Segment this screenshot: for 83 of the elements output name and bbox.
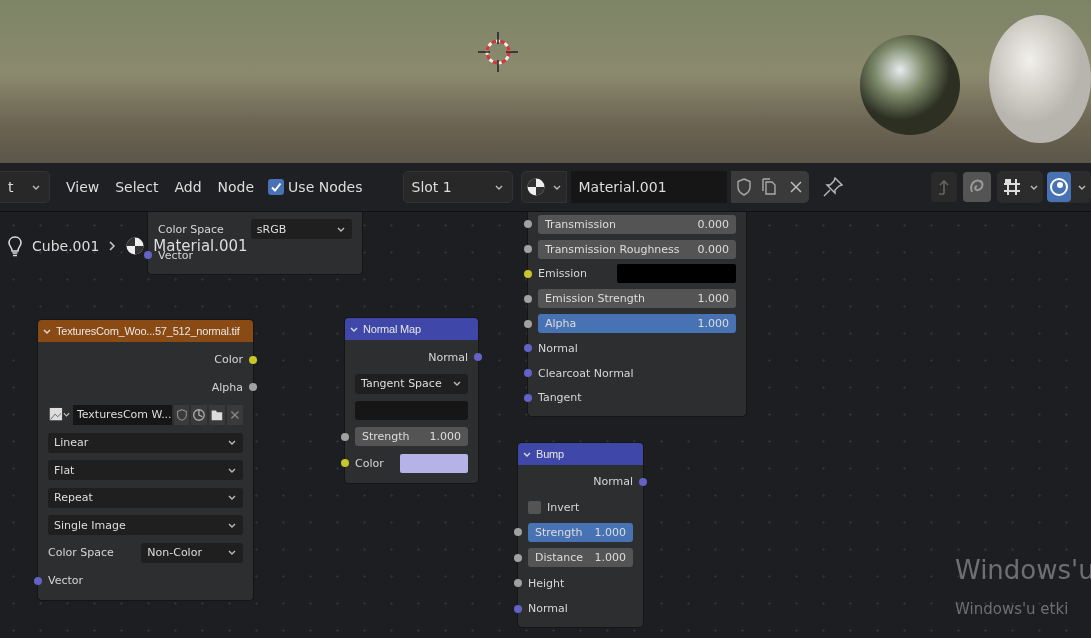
socket-dot[interactable] bbox=[514, 579, 522, 588]
menu-item[interactable]: Select bbox=[109, 172, 165, 202]
socket-label: Normal bbox=[428, 350, 468, 364]
socket-dot[interactable] bbox=[514, 604, 522, 613]
socket-label: Emission bbox=[538, 267, 588, 281]
shield-icon[interactable] bbox=[173, 405, 190, 425]
field-label: Color Space bbox=[48, 546, 115, 560]
dropdown[interactable]: Tangent Space bbox=[355, 373, 468, 394]
socket-label: Tangent bbox=[538, 391, 582, 405]
socket-dot[interactable] bbox=[639, 477, 647, 486]
socket-dot[interactable] bbox=[514, 553, 522, 562]
node-header[interactable]: TexturesCom_Woo...57_512_normal.tif bbox=[38, 320, 253, 342]
menu-item[interactable]: Add bbox=[168, 172, 208, 202]
grid-snap-icon bbox=[1001, 176, 1023, 198]
socket-dot[interactable] bbox=[524, 245, 532, 254]
menu-item[interactable]: Node bbox=[211, 172, 261, 202]
render-mode-dropdown[interactable] bbox=[1047, 171, 1091, 203]
value-slider[interactable]: Emission Strength 1.000 bbox=[538, 289, 736, 309]
render-icon bbox=[1047, 172, 1071, 202]
socket-label: Vector bbox=[48, 574, 84, 588]
socket-dot[interactable] bbox=[341, 459, 349, 468]
checkbox[interactable] bbox=[528, 500, 541, 514]
slot-dropdown[interactable]: Slot 1 bbox=[402, 171, 513, 203]
field-label: Color Space bbox=[158, 222, 225, 236]
overlay-icon[interactable] bbox=[963, 172, 991, 202]
dropdown[interactable]: Linear bbox=[48, 432, 243, 453]
socket-dot[interactable] bbox=[524, 294, 532, 303]
text-field[interactable] bbox=[355, 400, 468, 420]
dropdown[interactable]: Single Image bbox=[48, 515, 243, 536]
menu-item[interactable]: View bbox=[60, 172, 106, 202]
material-browse-button[interactable] bbox=[520, 171, 567, 203]
socket-dot[interactable] bbox=[249, 383, 257, 392]
crosshair-icon bbox=[475, 29, 521, 75]
value-slider[interactable]: Transmission Roughness 0.000 bbox=[538, 239, 736, 259]
parent-node-icon[interactable] bbox=[931, 172, 957, 202]
light-bulb-icon bbox=[6, 234, 24, 258]
editor-type-dropdown[interactable]: t bbox=[0, 171, 50, 203]
socket-label: Alpha bbox=[211, 380, 243, 394]
dropdown[interactable]: sRGB bbox=[250, 219, 352, 239]
use-nodes-checkbox[interactable]: Use Nodes bbox=[268, 179, 363, 195]
checkbox-label: Invert bbox=[547, 500, 580, 514]
folder-icon[interactable] bbox=[209, 405, 226, 425]
checkmark-icon bbox=[269, 180, 284, 194]
socket-dot[interactable] bbox=[524, 393, 532, 402]
node-header[interactable]: Normal Map bbox=[345, 318, 478, 340]
reload-icon[interactable] bbox=[191, 405, 208, 425]
node-header[interactable]: Bump bbox=[518, 443, 643, 465]
socket-label: Clearcoat Normal bbox=[538, 366, 634, 380]
socket-dot[interactable] bbox=[514, 528, 522, 537]
activation-notice-text: Windows'u etki bbox=[955, 600, 1069, 618]
color-swatch[interactable] bbox=[617, 264, 736, 284]
socket-label: Normal bbox=[593, 475, 633, 489]
snap-dropdown[interactable] bbox=[997, 171, 1043, 203]
socket-label: Height bbox=[528, 576, 565, 590]
socket-dot[interactable] bbox=[524, 319, 532, 328]
socket-dot[interactable] bbox=[524, 369, 532, 378]
value-slider[interactable]: Strength 1.000 bbox=[355, 427, 468, 447]
value-slider[interactable]: Transmission 0.000 bbox=[538, 214, 736, 234]
dropdown[interactable]: Repeat bbox=[48, 487, 243, 508]
socket-label: Color bbox=[355, 456, 385, 470]
value-slider[interactable]: Strength 1.000 bbox=[528, 522, 633, 542]
socket-dot[interactable] bbox=[34, 576, 42, 585]
dropdown[interactable]: Non-Color bbox=[141, 542, 243, 563]
color-swatch[interactable] bbox=[400, 453, 468, 473]
material-sphere-icon bbox=[525, 177, 546, 197]
material-name-field[interactable]: Material.001 bbox=[570, 171, 727, 203]
socket-dot[interactable] bbox=[249, 355, 257, 364]
socket-dot[interactable] bbox=[524, 220, 532, 229]
value-slider[interactable]: Alpha 1.000 bbox=[538, 314, 736, 334]
chevron-icon bbox=[107, 239, 118, 253]
socket-dot[interactable] bbox=[341, 432, 349, 441]
socket-dot[interactable] bbox=[144, 251, 152, 259]
material-sphere-icon bbox=[125, 236, 146, 256]
socket-dot[interactable] bbox=[474, 353, 482, 362]
socket-label: Normal bbox=[528, 602, 568, 616]
value-slider[interactable]: Distance 1.000 bbox=[528, 548, 633, 568]
dropdown[interactable]: Flat bbox=[48, 460, 243, 481]
socket-label: Normal bbox=[538, 341, 578, 355]
socket-label: Color bbox=[214, 353, 243, 367]
socket-dot[interactable] bbox=[524, 270, 532, 278]
image-name-field[interactable]: TexturesCom W... bbox=[72, 405, 172, 425]
breadcrumb-object[interactable]: Cube.001 bbox=[32, 238, 100, 254]
socket-dot[interactable] bbox=[524, 344, 532, 353]
